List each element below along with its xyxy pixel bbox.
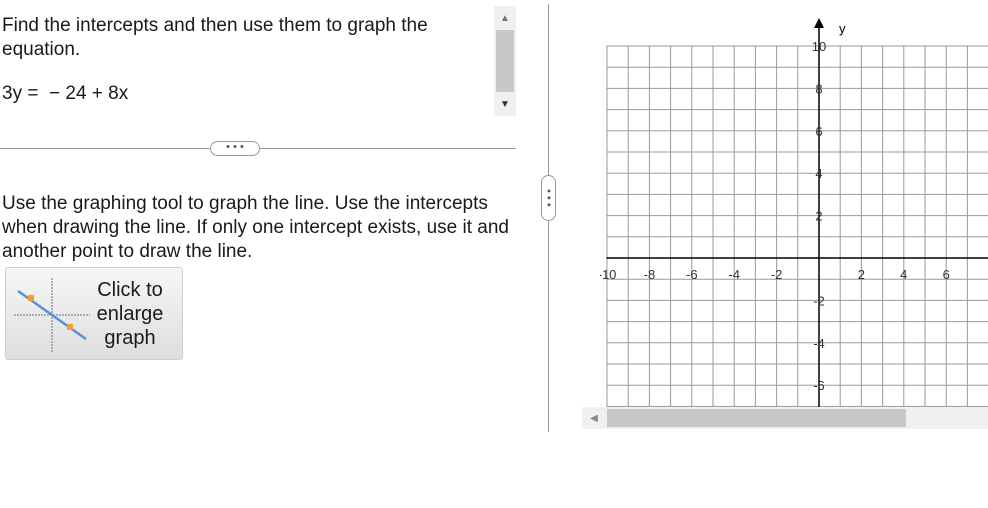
y-tick-label: 10 xyxy=(812,39,826,54)
vertical-splitter-handle[interactable]: • • • xyxy=(541,175,556,221)
x-tick-label: -10 xyxy=(600,267,616,282)
x-tick-label: 2 xyxy=(858,267,865,282)
question-scrollbar[interactable]: ▲ ▼ xyxy=(494,6,516,116)
enlarge-graph-label: Click to enlarge graph xyxy=(96,279,164,349)
x-tick-label: 4 xyxy=(900,267,907,282)
x-tick-labels: -10 -8 -6 -4 -2 2 4 6 xyxy=(600,267,950,282)
y-tick-label: -4 xyxy=(813,336,825,351)
x-tick-label: -2 xyxy=(771,267,783,282)
question-prompt: Find the intercepts and then use them to… xyxy=(2,15,428,60)
y-tick-label: 2 xyxy=(815,209,822,224)
scroll-down-icon[interactable]: ▼ xyxy=(494,94,516,114)
x-tick-label: -6 xyxy=(686,267,698,282)
y-axis-label: y xyxy=(839,21,846,36)
y-tick-label: -2 xyxy=(813,293,825,308)
enlarge-graph-button[interactable]: Click to enlarge graph xyxy=(5,267,183,360)
graph-axes xyxy=(606,18,988,407)
y-axis-arrow-icon xyxy=(814,18,824,28)
horizontal-splitter-handle[interactable]: • • • xyxy=(210,141,260,156)
graph-grid xyxy=(606,45,988,407)
x-tick-label: -8 xyxy=(644,267,656,282)
line-graph-icon xyxy=(14,278,90,352)
scrollbar-thumb[interactable] xyxy=(607,409,906,427)
x-tick-label: 6 xyxy=(943,267,950,282)
y-tick-label: 4 xyxy=(815,166,822,181)
equation: 3y = − 24 + 8x xyxy=(2,83,129,104)
instructions-text: Use the graphing tool to graph the line.… xyxy=(2,193,509,262)
y-tick-label: 6 xyxy=(815,124,822,139)
scrollbar-thumb[interactable] xyxy=(496,30,514,92)
graph-horizontal-scrollbar[interactable]: ◀ xyxy=(582,407,988,429)
x-tick-label: -4 xyxy=(728,267,740,282)
graph-area[interactable]: -10 -8 -6 -4 -2 2 4 6 10 8 6 4 2 -2 -4 -6 y xyxy=(600,14,988,407)
y-tick-label: 8 xyxy=(815,81,822,96)
scroll-up-icon[interactable]: ▲ xyxy=(494,8,516,28)
y-tick-label: -6 xyxy=(813,378,825,393)
scroll-left-icon[interactable]: ◀ xyxy=(586,407,602,429)
